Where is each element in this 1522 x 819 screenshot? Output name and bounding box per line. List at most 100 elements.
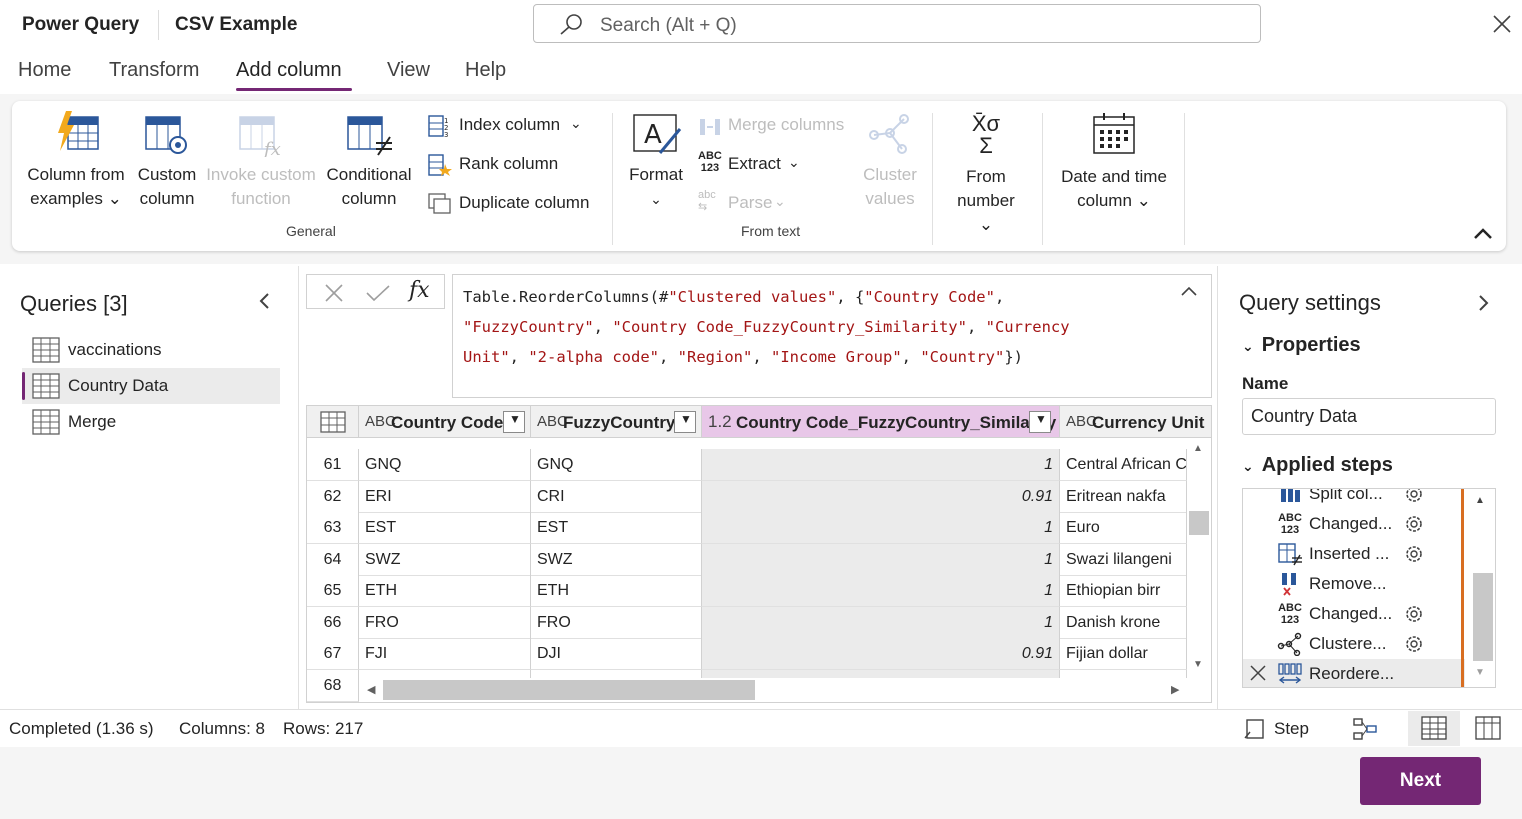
horizontal-scrollbar[interactable]: ◀ ▶ [359,678,1187,702]
properties-header[interactable]: ⌄ Properties [1242,334,1361,357]
tab-transform[interactable]: Transform [109,59,199,82]
rank-column-button[interactable]: Rank column [428,152,598,180]
table-row[interactable]: 67 FJI DJI 0.91 Fijian dollar [307,638,1211,670]
chevron-left-icon[interactable] [256,292,274,310]
diagram-view-icon[interactable] [1352,716,1378,742]
cell-currency-unit[interactable]: Danish krone [1060,606,1187,639]
row-number[interactable]: 61 [307,449,359,481]
index-column-button[interactable]: 1 2 3 Index column ⌄ [428,113,598,141]
row-number[interactable]: 66 [307,606,359,639]
vertical-scrollbar[interactable]: ▲ ▼ [1187,439,1211,675]
formula-editor[interactable]: Table.ReorderColumns(#"Clustered values"… [452,274,1212,398]
scroll-up-icon[interactable]: ▲ [1475,495,1485,506]
cell-fuzzy-country[interactable]: ETH [531,575,702,607]
applied-step-item[interactable]: Remove... [1243,569,1465,599]
table-menu-button[interactable] [307,406,359,438]
chevron-right-icon[interactable] [1474,294,1492,312]
cell-country-code[interactable]: SWZ [359,543,531,576]
applied-step-item[interactable]: ABC 123 Changed... [1243,599,1465,629]
conditional-column-button[interactable]: Conditional column [322,109,416,219]
cell-fuzzy-country[interactable]: GNQ [531,449,702,481]
cell-similarity[interactable]: 0.91 [702,480,1060,513]
gear-icon[interactable] [1403,633,1425,655]
cell-similarity[interactable]: 1 [702,606,1060,639]
cell-country-code[interactable]: FJI [359,638,531,670]
column-filter-button[interactable]: ▼ [503,411,525,433]
schema-view-icon[interactable] [1475,716,1501,740]
applied-step-item[interactable]: Inserted ... [1243,539,1465,569]
from-number-button[interactable]: X̄σ Σ From number ⌄ [948,109,1024,235]
query-item-country-data[interactable]: Country Data [22,368,280,404]
cell-country-code[interactable]: FRO [359,606,531,639]
column-filter-button[interactable]: ▼ [1029,411,1051,433]
applied-step-item[interactable]: Reordere... [1243,659,1465,687]
applied-step-item[interactable]: Clustere... [1243,629,1465,659]
gear-icon[interactable] [1403,513,1425,535]
cell-currency-unit[interactable]: Central African C [1060,449,1187,481]
scroll-thumb[interactable] [383,680,755,700]
cell-fuzzy-country[interactable]: EST [531,512,702,544]
table-row[interactable]: 61 GNQ GNQ 1 Central African C [307,449,1211,481]
duplicate-column-button[interactable]: Duplicate column [428,191,608,219]
applied-steps-header[interactable]: ⌄ Applied steps [1242,454,1393,477]
parse-button[interactable]: abc ⇆ Parse ⌄ [698,189,808,219]
tab-view[interactable]: View [387,59,430,82]
cell-country-code[interactable]: ERI [359,480,531,513]
cell-country-code[interactable]: GNQ [359,449,531,481]
custom-column-button[interactable]: Custom column [132,109,202,219]
scroll-thumb[interactable] [1473,573,1493,661]
collapse-ribbon-icon[interactable] [1472,225,1494,241]
row-number[interactable]: 63 [307,512,359,544]
steps-scrollbar[interactable]: ▲ ▼ [1465,489,1495,687]
table-row[interactable]: 62 ERI CRI 0.91 Eritrean nakfa [307,480,1211,513]
fx-icon[interactable]: fx [409,278,430,303]
cell-fuzzy-country[interactable]: DJI [531,638,702,670]
cell-fuzzy-country[interactable]: CRI [531,480,702,513]
gear-icon[interactable] [1403,603,1425,625]
gear-icon[interactable] [1403,543,1425,565]
cell-similarity[interactable]: 0.91 [702,638,1060,670]
chevron-up-icon[interactable] [1179,283,1199,299]
date-time-column-button[interactable]: Date and time column ⌄ [1052,109,1176,219]
query-item-merge[interactable]: Merge [22,404,280,440]
column-header-currency-unit[interactable]: ABC Currency Unit [1060,406,1211,438]
scroll-up-icon[interactable]: ▲ [1193,443,1203,454]
gear-icon[interactable] [1403,489,1425,505]
cancel-formula-icon[interactable] [323,283,345,303]
search-input[interactable]: Search (Alt + Q) [533,4,1261,43]
row-number[interactable]: 64 [307,543,359,576]
tab-home[interactable]: Home [18,59,71,82]
row-number[interactable]: 68 [307,669,359,702]
row-number[interactable]: 65 [307,575,359,607]
table-row[interactable]: 64 SWZ SWZ 1 Swazi lilangeni [307,543,1211,576]
cell-currency-unit[interactable]: Swazi lilangeni [1060,543,1187,576]
data-grid[interactable]: ABC Country Code ▼ ABC FuzzyCountry ▼ 1.… [306,405,1212,703]
merge-columns-button[interactable]: Merge columns [698,113,868,141]
applied-step-item[interactable]: Split col... [1243,489,1465,509]
step-view-button[interactable]: Step [1244,716,1314,742]
table-row[interactable]: 63 EST EST 1 Euro [307,512,1211,544]
table-view-button[interactable] [1408,711,1460,746]
commit-formula-icon[interactable] [365,283,391,303]
cell-country-code[interactable]: EST [359,512,531,544]
table-row[interactable]: 65 ETH ETH 1 Ethiopian birr [307,575,1211,607]
scroll-right-icon[interactable]: ▶ [1171,683,1179,696]
tab-help[interactable]: Help [465,59,506,82]
scroll-down-icon[interactable]: ▼ [1193,659,1203,670]
scroll-down-icon[interactable]: ▼ [1475,667,1485,678]
query-name-field[interactable] [1242,398,1496,435]
scroll-thumb[interactable] [1189,511,1209,535]
scroll-left-icon[interactable]: ◀ [367,683,375,696]
cell-currency-unit[interactable]: Fijian dollar [1060,638,1187,670]
delete-step-icon[interactable] [1249,664,1267,682]
query-item-vaccinations[interactable]: vaccinations [22,332,280,368]
cluster-values-button[interactable]: Cluster values [858,109,922,219]
column-header-fuzzy-country[interactable]: ABC FuzzyCountry ▼ [531,406,702,438]
applied-step-item[interactable]: ABC 123 Changed... [1243,509,1465,539]
decimal-type-icon[interactable]: 1.2 [708,412,732,432]
cell-fuzzy-country[interactable]: FRO [531,606,702,639]
cell-country-code[interactable]: ETH [359,575,531,607]
close-icon[interactable] [1490,12,1514,36]
column-header-similarity[interactable]: 1.2 Country Code_FuzzyCountry_Similarity… [702,406,1060,438]
cell-fuzzy-country[interactable]: SWZ [531,543,702,576]
